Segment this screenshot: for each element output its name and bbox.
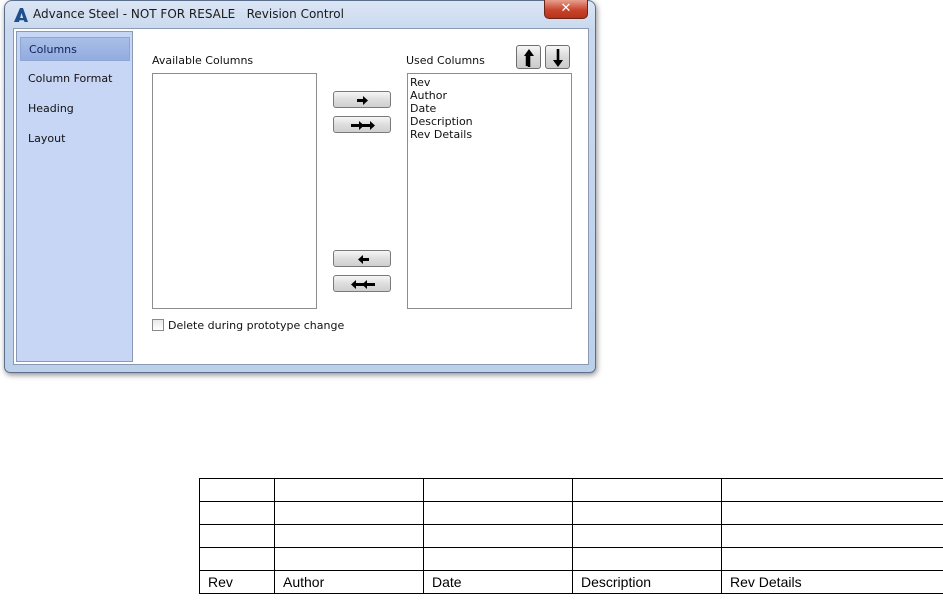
available-columns-label: Available Columns — [152, 54, 254, 67]
table-row — [199, 501, 943, 525]
sidebar-nav: Columns Column Format Heading Layout — [16, 31, 133, 362]
table-row — [199, 524, 943, 548]
list-item-rev[interactable]: Rev — [408, 76, 571, 89]
title-bar[interactable]: Advance Steel - NOT FOR RESALE Revision … — [5, 0, 595, 29]
table-cell — [274, 547, 424, 571]
table-header-author: Author — [274, 570, 424, 594]
add-column-button[interactable] — [333, 91, 391, 108]
remove-all-columns-button[interactable] — [333, 275, 391, 292]
arrow-left-icon — [358, 255, 369, 264]
table-cell — [199, 547, 275, 571]
table-cell — [572, 547, 722, 571]
table-row — [199, 478, 943, 502]
table-cell — [274, 524, 424, 548]
sidebar-item-columns[interactable]: Columns — [20, 37, 130, 61]
sidebar-item-layout[interactable]: Layout — [20, 127, 130, 151]
table-header-rev-details: Rev Details — [721, 570, 943, 594]
revision-table: Rev Author Date Description Rev Details — [199, 478, 943, 594]
list-item-author[interactable]: Author — [408, 89, 571, 102]
dialog-client-area: Columns Column Format Heading Layout Ava… — [13, 28, 589, 365]
table-cell — [721, 524, 943, 548]
sidebar-item-column-format[interactable]: Column Format — [20, 67, 130, 91]
arrow-up-icon — [524, 49, 534, 67]
table-cell — [423, 524, 573, 548]
table-header-rev: Rev — [199, 570, 275, 594]
available-columns-list[interactable] — [152, 73, 317, 309]
delete-during-prototype-label: Delete during prototype change — [168, 319, 345, 332]
remove-column-button[interactable] — [333, 250, 391, 267]
table-cell — [721, 547, 943, 571]
table-cell — [721, 478, 943, 502]
used-columns-label: Used Columns — [406, 54, 485, 67]
table-cell — [572, 478, 722, 502]
move-up-button[interactable] — [516, 45, 541, 69]
double-arrow-left-icon — [351, 280, 375, 289]
arrow-right-icon — [357, 96, 368, 105]
table-cell — [199, 524, 275, 548]
table-cell — [572, 501, 722, 525]
table-cell — [423, 478, 573, 502]
list-item-date[interactable]: Date — [408, 102, 571, 115]
move-down-button[interactable] — [545, 45, 570, 69]
table-cell — [423, 547, 573, 571]
sidebar-item-heading[interactable]: Heading — [20, 97, 130, 121]
table-cell — [199, 478, 275, 502]
list-item-rev-details[interactable]: Rev Details — [408, 128, 571, 141]
list-item-description[interactable]: Description — [408, 115, 571, 128]
table-header-row: Rev Author Date Description Rev Details — [199, 570, 943, 594]
table-cell — [721, 501, 943, 525]
add-all-columns-button[interactable] — [333, 116, 391, 133]
double-arrow-right-icon — [351, 121, 375, 130]
table-cell — [274, 478, 424, 502]
table-row — [199, 547, 943, 571]
arrow-down-icon — [553, 49, 563, 67]
close-icon: ✕ — [560, 1, 572, 16]
table-cell — [572, 524, 722, 548]
table-header-date: Date — [423, 570, 573, 594]
advance-steel-logo-icon — [14, 8, 28, 22]
delete-during-prototype-checkbox[interactable] — [152, 319, 164, 331]
table-cell — [274, 501, 424, 525]
table-cell — [199, 501, 275, 525]
table-header-description: Description — [572, 570, 722, 594]
window-title: Advance Steel - NOT FOR RESALE Revision … — [33, 7, 344, 21]
revision-control-dialog: Advance Steel - NOT FOR RESALE Revision … — [4, 0, 596, 373]
close-button[interactable]: ✕ — [544, 0, 588, 19]
used-columns-list[interactable]: Rev Author Date Description Rev Details — [407, 73, 572, 309]
table-cell — [423, 501, 573, 525]
